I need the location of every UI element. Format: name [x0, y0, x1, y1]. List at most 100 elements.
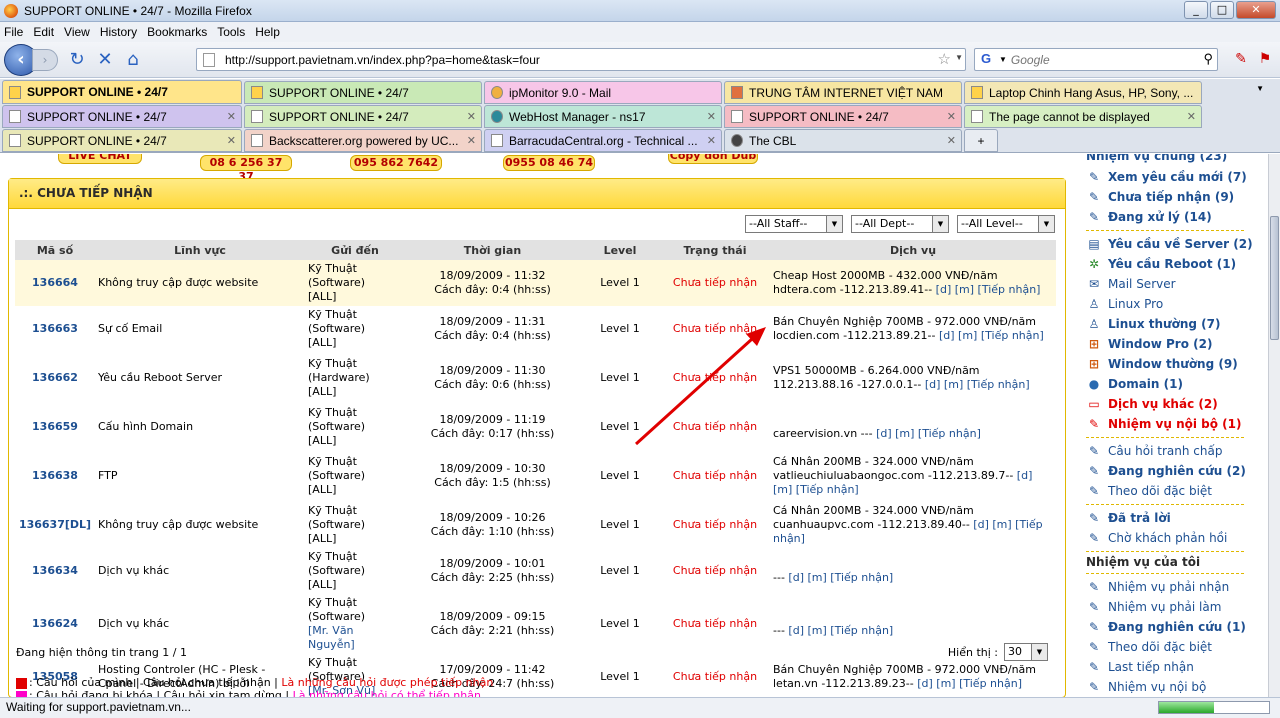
ticket-action-links[interactable]: [d] [m] [Tiếp nhận]	[939, 329, 1044, 342]
sidebar-item-domain[interactable]: ● Domain (1)	[1080, 374, 1260, 394]
close-tab-icon[interactable]: ✕	[947, 134, 956, 147]
google-icon[interactable]: G	[977, 51, 995, 69]
hotline-1-button[interactable]: 08 6 256 37 37	[200, 155, 292, 183]
ticket-id-link[interactable]: 136637[DL]	[15, 502, 95, 548]
ticket-id-link[interactable]: 136664	[15, 260, 95, 306]
ticket-id-link[interactable]: 136663	[15, 306, 95, 352]
ticket-id-link[interactable]: 136634	[15, 548, 95, 594]
sidebar-item-linux-pro[interactable]: ♙ Linux Pro	[1080, 294, 1260, 314]
sidebar-item-window-pro[interactable]: ⊞ Window Pro (2)	[1080, 334, 1260, 354]
sidebar-item-internal-tasks[interactable]: ✎ Nhiệm vụ nội bộ (1)	[1080, 414, 1260, 434]
addon-flag-icon[interactable]: ⚑	[1252, 46, 1278, 72]
close-tab-icon[interactable]: ✕	[707, 110, 716, 123]
ticket-id-link[interactable]: 136638	[15, 450, 95, 502]
sidebar-item-answered[interactable]: ✎ Đã trả lời	[1080, 508, 1260, 528]
url-bar[interactable]: http://support.pavietnam.vn/index.php?pa…	[196, 48, 966, 71]
close-tab-icon[interactable]: ✕	[467, 110, 476, 123]
sidebar-item-my-special-watch[interactable]: ✎ Theo dõi đặc biệt	[1080, 637, 1260, 657]
staff-filter-select[interactable]: --All Staff-- ▼	[745, 215, 843, 233]
tab-page-cannot-display[interactable]: The page cannot be displayed ✕	[964, 105, 1202, 128]
sidebar-item-other-services[interactable]: ▭ Dịch vụ khác (2)	[1080, 394, 1260, 414]
hotline-2-button[interactable]: 095 862 7642	[350, 155, 442, 171]
table-row[interactable]: 136662 Yêu cầu Reboot Server Kỹ Thuật (H…	[15, 352, 1056, 404]
close-tab-icon[interactable]: ✕	[1187, 110, 1196, 123]
close-tab-icon[interactable]: ✕	[707, 134, 716, 147]
sidebar-item-disputed[interactable]: ✎ Câu hỏi tranh chấp	[1080, 441, 1260, 461]
close-window-button[interactable]: ✕	[1236, 1, 1276, 19]
menu-bookmarks[interactable]: Bookmarks	[147, 25, 207, 39]
sidebar-item-linux-normal[interactable]: ♙ Linux thường (7)	[1080, 314, 1260, 334]
sidebar-item-new-requests[interactable]: ✎ Xem yêu cầu mới (7)	[1080, 167, 1260, 187]
table-row[interactable]: 136659 Cấu hình Domain Kỹ Thuật (Softwar…	[15, 404, 1056, 450]
col-header-linh-vuc[interactable]: Lĩnh vực	[95, 240, 305, 260]
tab-support-online-2[interactable]: SUPPORT ONLINE • 24/7	[244, 81, 482, 104]
stop-icon[interactable]: ✕	[92, 47, 118, 73]
sidebar-item-server-requests[interactable]: ▤ Yêu cầu về Server (2)	[1080, 234, 1260, 254]
menu-view[interactable]: View	[64, 25, 90, 39]
col-header-dich-vu[interactable]: Dịch vụ	[770, 240, 1056, 260]
sidebar-item-my-researching[interactable]: ✎ Đang nghiên cứu (1)	[1080, 617, 1260, 637]
table-row[interactable]: 136664 Không truy cập được website Kỹ Th…	[15, 260, 1056, 306]
col-header-gui-den[interactable]: Gửi đến	[305, 240, 405, 260]
menu-help[interactable]: Help	[255, 25, 280, 39]
maximize-button[interactable]: □	[1210, 1, 1234, 19]
hotline-3-button[interactable]: 0955 08 46 74	[503, 155, 595, 171]
sidebar-item-awaiting-reply[interactable]: ✎ Chờ khách phản hồi	[1080, 528, 1260, 548]
addon-icon[interactable]: ✎	[1228, 46, 1254, 72]
search-box[interactable]: G ▼ ⚲	[974, 48, 1218, 71]
ticket-action-links[interactable]: [d] [m] [Tiếp nhận]	[917, 677, 1022, 690]
search-engine-dropdown-icon[interactable]: ▼	[999, 55, 1007, 64]
ticket-action-links[interactable]: [d] [m] [Tiếp nhận]	[788, 571, 893, 584]
close-tab-icon[interactable]: ✕	[227, 110, 236, 123]
table-row[interactable]: 136624 Dịch vụ khác Kỹ Thuật (Software)[…	[15, 594, 1056, 654]
tab-support-online-5[interactable]: SUPPORT ONLINE • 24/7 ✕	[724, 105, 962, 128]
search-input[interactable]	[1010, 52, 1191, 67]
ticket-action-links[interactable]: [d] [m] [Tiếp nhận]	[925, 378, 1030, 391]
sidebar-item-last-accepted[interactable]: ✎ Last tiếp nhận	[1080, 657, 1260, 677]
menu-tools[interactable]: Tools	[217, 25, 245, 39]
sidebar-item-must-accept[interactable]: ✎ Nhiệm vụ phải nhận	[1080, 577, 1260, 597]
home-icon[interactable]: ⌂	[120, 47, 146, 73]
col-header-ma-so[interactable]: Mã số	[15, 240, 95, 260]
table-row[interactable]: 136638 FTP Kỹ Thuật (Software) [ALL] 18/0…	[15, 450, 1056, 502]
tab-laptop[interactable]: Laptop Chinh Hang Asus, HP, Sony, ...	[964, 81, 1202, 104]
reload-icon[interactable]: ↻	[64, 47, 90, 73]
col-header-level[interactable]: Level	[580, 240, 660, 260]
close-tab-icon[interactable]: ✕	[467, 134, 476, 147]
table-row[interactable]: 136637[DL] Không truy cập được website K…	[15, 502, 1056, 548]
col-header-trang-thai[interactable]: Trạng thái	[660, 240, 770, 260]
sidebar-item-mail-server[interactable]: ✉ Mail Server	[1080, 274, 1260, 294]
tab-support-online-active[interactable]: SUPPORT ONLINE • 24/7	[2, 80, 242, 104]
col-header-thoi-gian[interactable]: Thời gian	[405, 240, 580, 260]
bookmark-star-icon[interactable]: ☆	[938, 50, 951, 68]
sidebar-item-researching[interactable]: ✎ Đang nghiên cứu (2)	[1080, 461, 1260, 481]
sidebar-item-window-normal[interactable]: ⊞ Window thường (9)	[1080, 354, 1260, 374]
tab-trung-tam-internet[interactable]: TRUNG TÂM INTERNET VIỆT NAM	[724, 81, 962, 104]
ticket-action-links[interactable]: [d] [m] [Tiếp nhận]	[876, 427, 981, 440]
tab-support-online-4[interactable]: SUPPORT ONLINE • 24/7 ✕	[244, 105, 482, 128]
live-chat-button[interactable]: LIVE CHAT	[58, 154, 142, 164]
search-icon[interactable]: ⚲	[1203, 51, 1213, 67]
ticket-action-links[interactable]: [d] [m] [Tiếp nhận]	[788, 624, 893, 637]
tab-webhost-manager[interactable]: WebHost Manager - ns17 ✕	[484, 105, 722, 128]
sidebar-item-my-internal[interactable]: ✎ Nhiệm vụ nội bộ	[1080, 677, 1260, 697]
tab-ipmonitor[interactable]: ipMonitor 9.0 - Mail	[484, 81, 722, 104]
table-row[interactable]: 136663 Sự cố Email Kỹ Thuật (Software) [A…	[15, 306, 1056, 352]
tab-backscatterer[interactable]: Backscatterer.org powered by UC... ✕	[244, 129, 482, 152]
page-size-select[interactable]: 30 ▼	[1004, 643, 1048, 661]
tab-support-online-3[interactable]: SUPPORT ONLINE • 24/7 ✕	[2, 105, 242, 128]
level-filter-select[interactable]: --All Level-- ▼	[957, 215, 1055, 233]
close-tab-icon[interactable]: ✕	[227, 134, 236, 147]
ticket-id-link[interactable]: 136659	[15, 404, 95, 450]
menu-history[interactable]: History	[100, 25, 137, 39]
sidebar-item-must-do[interactable]: ✎ Nhiệm vụ phải làm	[1080, 597, 1260, 617]
tab-list-dropdown[interactable]: ▼	[1206, 81, 1266, 104]
menu-file[interactable]: File	[4, 25, 23, 39]
sidebar-item-unassigned[interactable]: ✎ Chưa tiếp nhận (9)	[1080, 187, 1260, 207]
ticket-id-link[interactable]: 136624	[15, 594, 95, 654]
vertical-scrollbar[interactable]	[1268, 154, 1280, 697]
menu-edit[interactable]: Edit	[33, 25, 54, 39]
new-tab-button[interactable]: +	[964, 129, 998, 152]
dept-filter-select[interactable]: --All Dept-- ▼	[851, 215, 949, 233]
tab-support-online-6[interactable]: SUPPORT ONLINE • 24/7 ✕	[2, 129, 242, 152]
